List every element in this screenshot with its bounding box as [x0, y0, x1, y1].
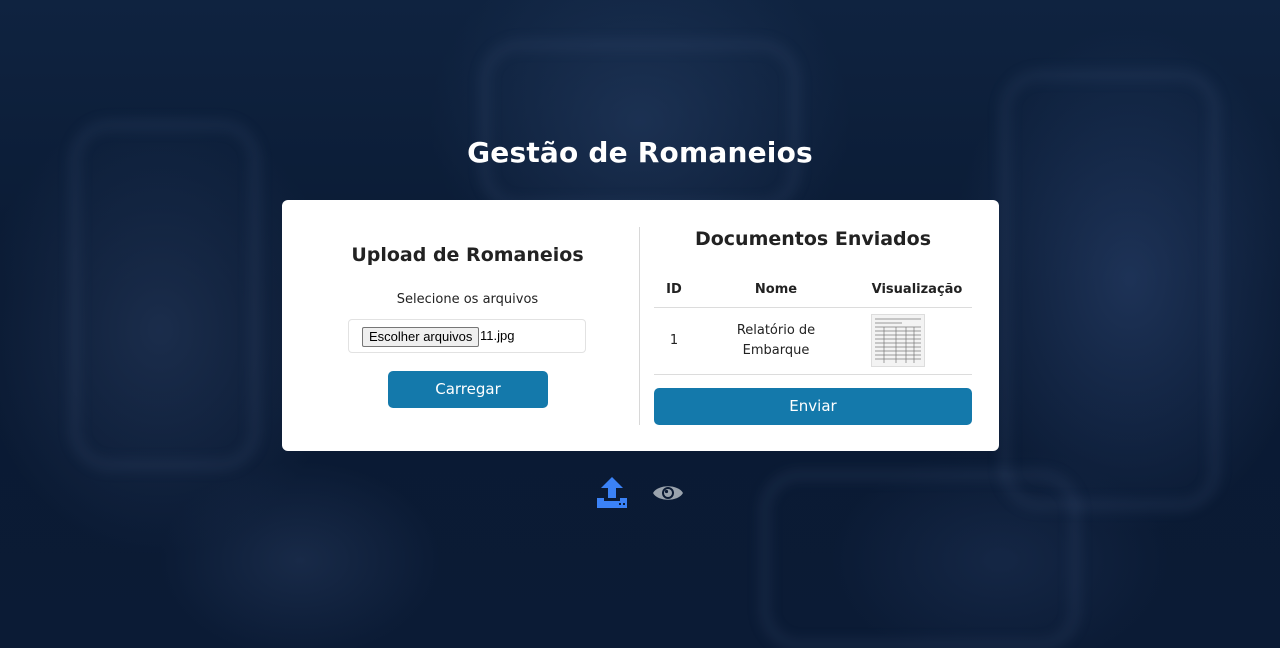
upload-button[interactable]: Carregar	[388, 371, 548, 408]
selected-file-name: 11.jpg	[480, 328, 515, 343]
background-shape	[760, 470, 1080, 648]
upload-panel: Upload de Romaneios Selecione os arquivo…	[282, 200, 639, 451]
main-card: Upload de Romaneios Selecione os arquivo…	[282, 200, 999, 451]
row-id: 1	[669, 333, 679, 348]
panel-divider	[639, 227, 640, 425]
eye-icon[interactable]	[652, 481, 684, 505]
background-shape	[70, 120, 260, 470]
table-bottom-divider	[654, 374, 972, 375]
column-header-id: ID	[666, 282, 682, 297]
documents-heading: Documentos Enviados	[694, 228, 932, 250]
documents-panel: Documentos Enviados ID Nome Visualização…	[654, 200, 972, 451]
document-thumbnail[interactable]	[871, 314, 925, 367]
column-header-nome: Nome	[754, 282, 798, 297]
choose-files-button[interactable]: Escolher arquivos	[362, 327, 480, 347]
document-thumbnail-image	[872, 315, 924, 366]
upload-heading: Upload de Romaneios	[351, 244, 584, 266]
send-button[interactable]: Enviar	[654, 388, 972, 425]
upload-icon[interactable]	[596, 476, 628, 510]
column-header-visualizacao: Visualização	[871, 282, 963, 297]
page-title: Gestão de Romaneios	[467, 136, 813, 169]
row-nome: Relatório de Embarque	[736, 323, 816, 358]
table-header-divider	[654, 307, 972, 308]
select-files-label: Selecione os arquivos	[396, 292, 539, 307]
background-shape	[480, 40, 800, 210]
file-input[interactable]: Escolher arquivos 11.jpg	[348, 319, 586, 353]
